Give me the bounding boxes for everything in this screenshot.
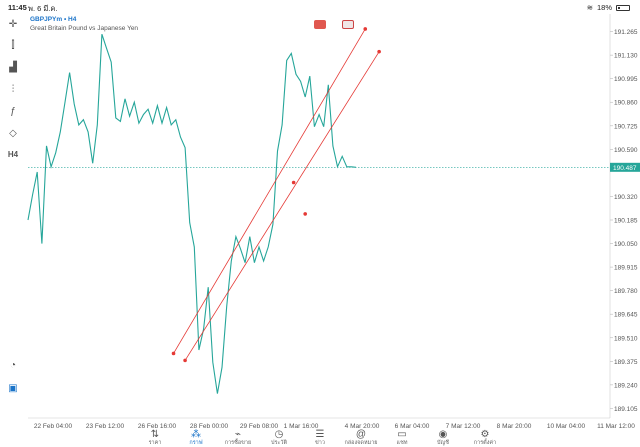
nav-label: กล่องจดหมาย xyxy=(344,440,378,446)
y-tick-label: 189.105 xyxy=(614,406,638,413)
chat-icon: ▭ xyxy=(397,429,407,440)
y-tick-label: 189.375 xyxy=(614,359,638,366)
trendline-anchor-point[interactable] xyxy=(377,49,381,54)
y-tick-label: 189.915 xyxy=(614,265,638,272)
trendline-anchor-point[interactable] xyxy=(291,180,296,185)
channel-trendline[interactable] xyxy=(184,51,380,361)
nav-label: บัญชี xyxy=(437,440,449,446)
nav-account[interactable]: ◉ บัญชี xyxy=(423,430,463,447)
x-tick-label: 1 Mar 16:00 xyxy=(284,423,319,430)
quotes-icon: ⇅ xyxy=(150,429,160,440)
y-tick-label: 189.510 xyxy=(614,335,638,342)
nav-quotes[interactable]: ⇅ ราคา xyxy=(135,430,175,447)
history-icon: ◷ xyxy=(274,429,284,440)
nav-label: แชท xyxy=(396,440,408,446)
mailbox-icon: @ xyxy=(355,429,367,440)
nav-label: การตั้งค่า xyxy=(473,440,497,446)
current-price-label: 190.487 xyxy=(613,165,637,172)
y-tick-label: 190.725 xyxy=(614,123,638,130)
nav-label: ราคา xyxy=(148,440,162,446)
trade-icon: ⌁ xyxy=(234,429,242,440)
nav-settings[interactable]: ⚙ การตั้งค่า xyxy=(465,430,505,447)
x-tick-label: 29 Feb 08:00 xyxy=(240,423,279,430)
y-tick-label: 190.995 xyxy=(614,76,638,83)
nav-label: การซื้อขาย xyxy=(224,440,252,446)
nav-label: กราฟ xyxy=(189,440,203,446)
x-tick-label: 8 Mar 20:00 xyxy=(497,423,532,430)
y-tick-label: 190.590 xyxy=(614,147,638,154)
account-icon: ◉ xyxy=(438,429,448,440)
settings-icon: ⚙ xyxy=(480,429,490,440)
chart-icon: ⁂ xyxy=(191,429,201,440)
nav-trade[interactable]: ⌁ การซื้อขาย xyxy=(218,430,258,447)
y-tick-label: 190.860 xyxy=(614,100,638,107)
x-tick-label: 23 Feb 12:00 xyxy=(86,423,125,430)
news-icon: ☰ xyxy=(315,429,325,440)
price-chart[interactable]: 191.265 191.130 190.995 190.860 190.725 190.5… xyxy=(0,0,640,430)
x-tick-label: 11 Mar 12:00 xyxy=(597,423,635,430)
nav-chat[interactable]: ▭ แชท xyxy=(382,430,422,447)
nav-history[interactable]: ◷ ประวัติ xyxy=(259,430,299,447)
y-tick-label: 189.780 xyxy=(614,288,638,295)
trendline-anchor-point[interactable] xyxy=(183,358,187,363)
trendline-anchor-point[interactable] xyxy=(363,27,368,31)
y-tick-label: 191.265 xyxy=(614,29,638,36)
x-tick-label: 22 Feb 04:00 xyxy=(34,423,73,430)
channel-trendline[interactable] xyxy=(173,28,366,354)
x-tick-label: 7 Mar 12:00 xyxy=(446,423,481,430)
y-tick-label: 191.130 xyxy=(614,53,638,60)
y-tick-label: 190.320 xyxy=(614,194,638,201)
bottom-nav: ⇅ ราคา ⁂ กราฟ ⌁ การซื้อขาย ◷ ประวัติ ☰ ข่าว @ กล่อง… xyxy=(0,430,640,447)
y-tick-label: 190.050 xyxy=(614,241,638,248)
y-tick-label: 190.185 xyxy=(614,218,638,225)
y-tick-label: 189.645 xyxy=(614,312,638,319)
nav-label: ประวัติ xyxy=(270,440,288,446)
nav-news[interactable]: ☰ ข่าว xyxy=(300,430,340,447)
nav-mailbox[interactable]: @ กล่องจดหมาย xyxy=(341,430,381,447)
y-tick-label: 189.240 xyxy=(614,382,638,389)
nav-label: ข่าว xyxy=(315,440,325,446)
trendline-anchor-point[interactable] xyxy=(303,212,308,216)
nav-chart[interactable]: ⁂ กราฟ xyxy=(176,430,216,447)
x-tick-label: 10 Mar 04:00 xyxy=(547,423,586,430)
trendline-anchor-point[interactable] xyxy=(171,351,176,356)
